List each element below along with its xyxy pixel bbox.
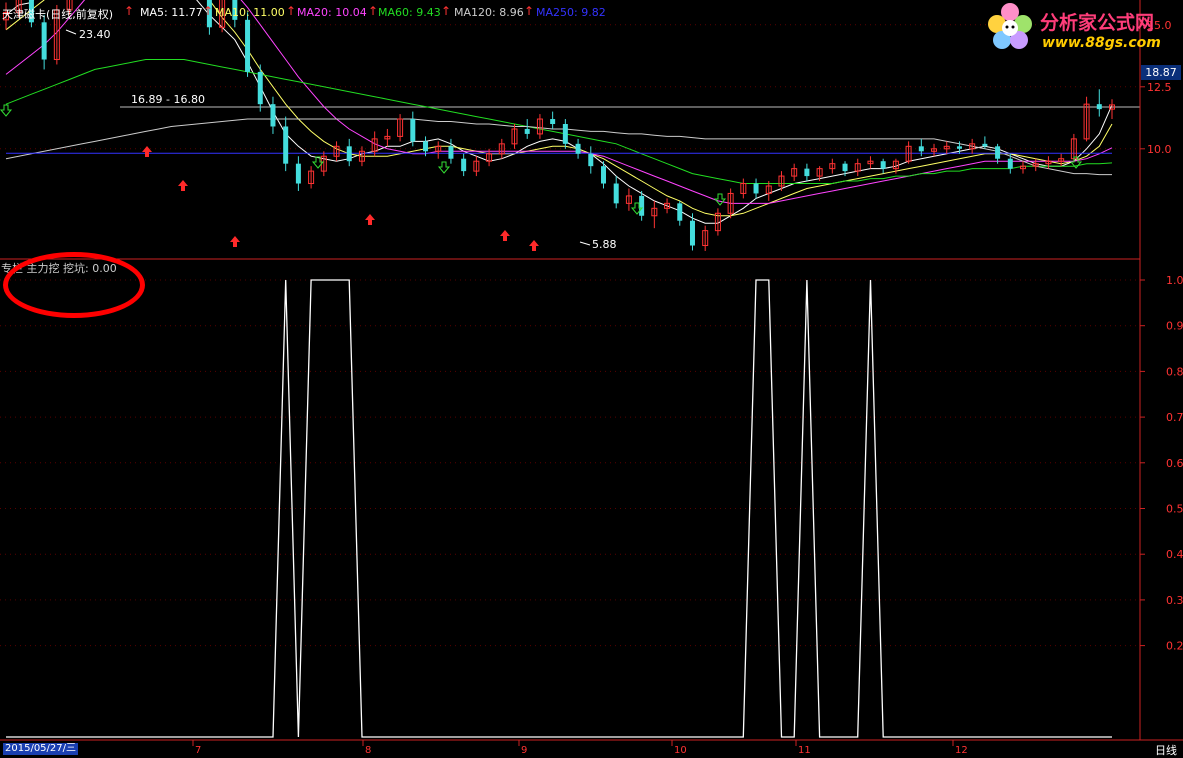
up-arrow-icon [365,214,375,225]
candle-body-down [410,119,416,142]
candle-body-down [677,203,683,221]
indicator-axis-label: 0.8 [1166,365,1183,378]
down-arrow-icon [713,193,727,206]
candle-body-down [524,128,530,134]
down-arrow-icon [437,161,451,174]
candle-body-down [956,146,962,149]
time-axis-label: 7 [195,745,201,755]
candle-body-down [842,163,848,172]
indicator-axis-label: 0.3 [1166,594,1183,607]
up-arrow-icon [500,230,510,241]
signal-arrows-layer [0,104,1083,251]
highlight-circle [3,252,145,318]
candle-body-down [562,124,568,144]
candle-body-down [1007,158,1013,169]
candle-body-down [613,183,619,204]
candle-body-down [575,143,581,154]
up-arrow-icon [142,146,152,157]
candle-body-down [982,143,988,147]
ma-line-ma10 [5,0,1113,217]
candle-body-down [346,146,352,162]
indicator-axis-label: 0.2 [1166,640,1183,653]
high-price-pointer [65,29,77,35]
candles-layer [3,0,1115,251]
time-axis-label: 10 [674,745,687,755]
axes-layer: 17.515.012.510.01.00.90.80.70.60.50.40.3… [0,0,1183,755]
ma60-label: MA60: 9.43 [378,6,441,19]
indicator-axis-label: 0.4 [1166,548,1183,561]
candle-body-down [639,195,645,216]
ma-line-ma60 [5,59,1113,184]
moving-average-layer [5,0,1140,224]
ma120-label: MA120: 8.96 [454,6,524,19]
indicator-axis-label: 1.0 [1166,274,1183,287]
time-axis-label: 12 [955,745,968,755]
ma20-label: MA20: 10.04 [297,6,367,19]
chart-canvas[interactable]: 23.4016.89 - 16.805.88 17.515.012.510.01… [0,0,1183,755]
candle-body-down [270,104,276,127]
indicator-line-wakeng [6,279,1112,738]
up-arrow-icon: ↑ [286,4,297,18]
time-axis-label: 8 [365,745,371,755]
ma250-label: MA250: 9.82 [536,6,606,19]
candle-body-down [600,166,606,184]
up-arrow-icon [230,236,240,247]
price-axis-label: 12.5 [1147,81,1172,94]
time-axis-label: 11 [798,745,811,755]
candle-body-down [461,158,467,172]
label-layer: 23.40 16.89 - 16.80 5.88 [65,28,617,251]
indicator-axis-label: 0.5 [1166,503,1183,516]
current-price-box: 18.87 [1141,65,1181,80]
up-arrow-icon: ↑ [203,4,214,18]
start-date-label: 2015/05/27/三 [3,743,79,755]
watermark-url: www.88gs.com [1042,35,1161,51]
up-arrow-icon [178,180,188,191]
up-arrow-icon: ↑ [124,4,135,18]
candle-body-down [283,126,289,164]
candle-body-down [880,161,886,169]
candle-body-down [918,146,924,152]
indicator-axis-label: 0.6 [1166,457,1183,470]
candle-body-down [245,19,251,72]
candle-body-down [588,153,594,167]
indicator-axis-label: 0.9 [1166,320,1183,333]
candle-body-down [423,141,429,152]
candle-body-down [753,183,759,194]
up-arrow-icon: ↑ [368,4,379,18]
candle-body-down [1096,104,1102,110]
indicator-layer [6,279,1112,738]
watermark-name: 分析家公式网 [1040,12,1155,34]
period-label: 日线 [1155,744,1177,757]
up-arrow-icon: ↑ [441,4,452,18]
candle-body-down [550,119,556,124]
high-price-label: 23.40 [79,28,111,41]
flower-icon [988,3,1032,49]
up-arrow-icon: ↑ [524,4,535,18]
up-arrow-icon [529,240,539,251]
low-price-pointer [579,241,591,246]
candle-body-down [689,220,695,246]
candle-body-down [41,22,47,60]
price-axis-label: 10.0 [1147,143,1172,156]
chart-title: 天津磁卡(日线,前复权) [2,8,114,21]
candle-body-down [804,168,810,177]
time-axis-label: 9 [521,745,527,755]
indicator-axis-label: 0.7 [1166,411,1183,424]
ma5-label: MA5: 11.77 [140,6,203,19]
candle-body-down [295,163,301,184]
stock-chart-screen: 23.4016.89 - 16.805.88 17.515.012.510.01… [0,0,1183,757]
candle-body-down [995,146,1001,159]
candle-body-down [448,146,454,159]
watermark-logo: 分析家公式网 www.88gs.com [980,0,1180,58]
ma10-label: MA10: 11.00 [215,6,285,19]
down-arrow-icon [0,104,13,117]
resistance-label: 16.89 - 16.80 [131,93,205,106]
candle-body-down [257,71,263,105]
low-price-label: 5.88 [592,238,617,251]
ma-line-ma5 [5,0,1113,224]
